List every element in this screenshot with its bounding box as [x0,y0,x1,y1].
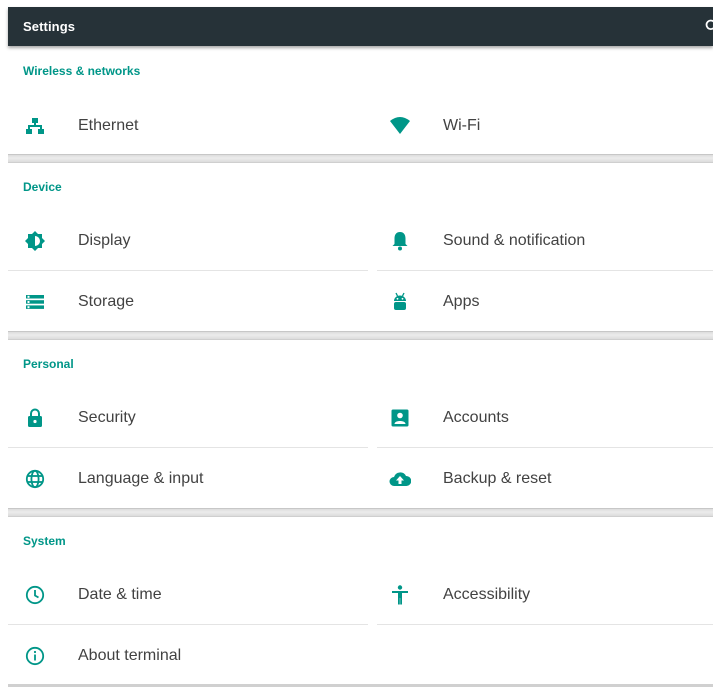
settings-item-wifi[interactable]: Wi-Fi [373,95,713,156]
settings-item-label: Accounts [443,408,509,426]
settings-item-label: Date & time [78,585,162,603]
settings-item-date-time[interactable]: Date & time [8,564,368,625]
settings-item-sound[interactable]: Sound & notification [373,210,713,271]
lock-icon [24,407,46,429]
settings-item-apps[interactable]: Apps [373,271,713,332]
accessibility-icon [389,584,411,606]
android-icon [389,291,411,313]
globe-icon [24,468,46,490]
settings-item-label: Accessibility [443,585,531,603]
section-divider [8,508,713,517]
settings-item-label: Storage [78,292,135,310]
settings-item-label: Language & input [78,469,204,487]
app-bar: Settings [8,7,713,46]
section-divider [8,154,713,163]
settings-item-accounts[interactable]: Accounts [373,387,713,448]
account-box-icon [389,407,411,429]
bell-icon [389,230,411,252]
settings-item-accessibility[interactable]: Accessibility [373,564,713,625]
cloud-upload-icon [389,468,411,490]
section-title-device: Device [23,180,62,194]
settings-item-ethernet[interactable]: Ethernet [8,95,368,156]
wifi-icon [389,115,411,137]
settings-item-label: Security [78,408,136,426]
row-divider [377,624,713,625]
section-title-system: System [23,534,66,548]
settings-item-language[interactable]: Language & input [8,448,368,509]
settings-item-about[interactable]: About terminal [8,625,368,686]
settings-item-security[interactable]: Security [8,387,368,448]
settings-item-label: Display [78,231,131,249]
settings-item-label: Backup & reset [443,469,552,487]
settings-item-label: Ethernet [78,116,139,134]
ethernet-icon [24,115,46,137]
settings-item-label: About terminal [78,646,182,664]
section-title-personal: Personal [23,357,74,371]
search-icon[interactable] [705,19,713,33]
settings-item-label: Sound & notification [443,231,586,249]
settings-item-storage[interactable]: Storage [8,271,368,332]
brightness-icon [24,230,46,252]
settings-item-backup[interactable]: Backup & reset [373,448,713,509]
settings-item-label: Apps [443,292,480,310]
page-title: Settings [23,19,76,34]
section-title-wireless: Wireless & networks [23,64,141,78]
section-divider [8,331,713,340]
settings-item-label: Wi-Fi [443,116,481,134]
settings-item-display[interactable]: Display [8,210,368,271]
info-icon [24,645,46,667]
storage-icon [24,291,46,313]
clock-icon [24,584,46,606]
